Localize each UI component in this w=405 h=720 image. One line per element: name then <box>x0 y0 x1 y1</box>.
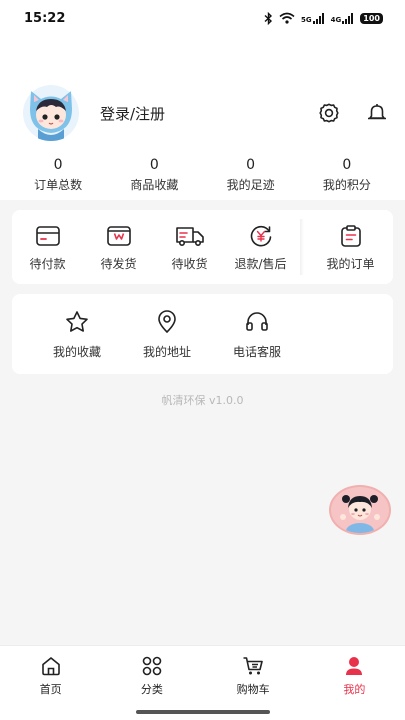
battery-icon: 100 <box>360 12 383 24</box>
refund-yen-icon <box>250 225 271 246</box>
order-divider <box>300 219 304 275</box>
service-label: 电话客服 <box>232 344 281 359</box>
tab-label: 购物车 <box>236 683 270 696</box>
order-pending-payment[interactable]: 待付款 <box>12 223 83 272</box>
order-clipboard-icon <box>340 224 361 247</box>
network-label: 5G <box>301 15 312 24</box>
order-item-label: 待付款 <box>29 256 66 271</box>
tab-cart[interactable]: 购物车 <box>203 646 304 702</box>
signal-4g-icon: 4G <box>330 12 355 24</box>
location-pin-icon <box>158 309 176 333</box>
bottom-tab-bar: 首页 分类 购物车 我的 <box>0 645 405 720</box>
stat-label: 订单总数 <box>34 178 83 192</box>
status-time: 15:22 <box>24 10 66 26</box>
stat-points[interactable]: 0 我的积分 <box>299 156 395 196</box>
avatar-illustration <box>23 85 79 141</box>
stat-favorites[interactable]: 0 商品收藏 <box>106 156 202 196</box>
service-label: 我的收藏 <box>52 344 101 359</box>
my-orders-button[interactable]: 我的订单 <box>308 223 393 272</box>
orders-card: 待付款 待发货 待收货 退款/售后 我的订单 <box>12 210 393 284</box>
notification-button[interactable] <box>364 100 390 126</box>
package-box-icon <box>106 225 131 246</box>
order-pending-shipment[interactable]: 待发货 <box>83 223 154 272</box>
order-item-label: 待发货 <box>100 256 137 271</box>
stat-label: 我的积分 <box>322 178 371 192</box>
stat-value: 0 <box>53 157 63 173</box>
order-pending-receipt[interactable]: 待收货 <box>154 223 225 272</box>
stat-value: 0 <box>246 157 256 173</box>
service-phone-support[interactable]: 电话客服 <box>212 309 302 360</box>
assistant-girl-icon <box>340 495 380 533</box>
services-card: 我的收藏 我的地址 电话客服 <box>12 294 393 374</box>
service-my-address[interactable]: 我的地址 <box>122 309 212 360</box>
stat-value: 0 <box>342 157 352 173</box>
person-icon <box>346 657 363 675</box>
avatar[interactable] <box>20 85 82 141</box>
profile-row: 登录/注册 <box>20 85 390 141</box>
tab-label: 我的 <box>343 683 366 696</box>
app-version: 帆清环保 v1.0.0 <box>161 394 244 407</box>
my-orders-label: 我的订单 <box>326 256 375 271</box>
tab-category[interactable]: 分类 <box>101 646 202 702</box>
stat-label: 我的足迹 <box>226 178 275 192</box>
order-refund-aftersale[interactable]: 退款/售后 <box>225 223 296 272</box>
status-icons: 5G 4G 100 <box>264 11 383 25</box>
star-icon <box>66 310 88 332</box>
service-my-favorites[interactable]: 我的收藏 <box>32 309 122 360</box>
order-item-label: 待收货 <box>171 256 208 271</box>
network2-label: 4G <box>330 15 342 24</box>
stat-label: 商品收藏 <box>130 178 179 192</box>
stat-order-total[interactable]: 0 订单总数 <box>10 156 106 196</box>
signal-5g-icon: 5G <box>301 12 325 24</box>
stat-value: 0 <box>149 157 159 173</box>
tab-label: 首页 <box>39 683 62 696</box>
status-bar: 15:22 5G 4G 100 <box>0 0 405 36</box>
bluetooth-icon <box>264 11 273 25</box>
home-indicator <box>136 710 270 714</box>
settings-button[interactable] <box>316 100 342 126</box>
service-label: 我的地址 <box>142 344 191 359</box>
gear-icon <box>319 103 339 123</box>
floating-assistant-button[interactable] <box>329 485 391 535</box>
wifi-icon <box>279 12 295 24</box>
order-item-label: 退款/售后 <box>234 256 287 271</box>
login-register-link[interactable]: 登录/注册 <box>100 103 316 124</box>
tab-mine[interactable]: 我的 <box>304 646 405 702</box>
stats-row: 0 订单总数 0 商品收藏 0 我的足迹 0 我的积分 <box>10 156 395 196</box>
stat-footprints[interactable]: 0 我的足迹 <box>203 156 299 196</box>
category-grid-icon <box>142 656 162 676</box>
headset-icon <box>246 311 268 331</box>
tab-home[interactable]: 首页 <box>0 646 101 702</box>
cart-icon <box>243 657 263 675</box>
bell-icon <box>368 104 386 120</box>
delivery-truck-icon <box>175 226 204 246</box>
tab-label: 分类 <box>140 683 163 696</box>
home-icon <box>41 657 60 676</box>
battery-level: 100 <box>363 13 380 23</box>
wallet-card-icon <box>35 225 60 246</box>
